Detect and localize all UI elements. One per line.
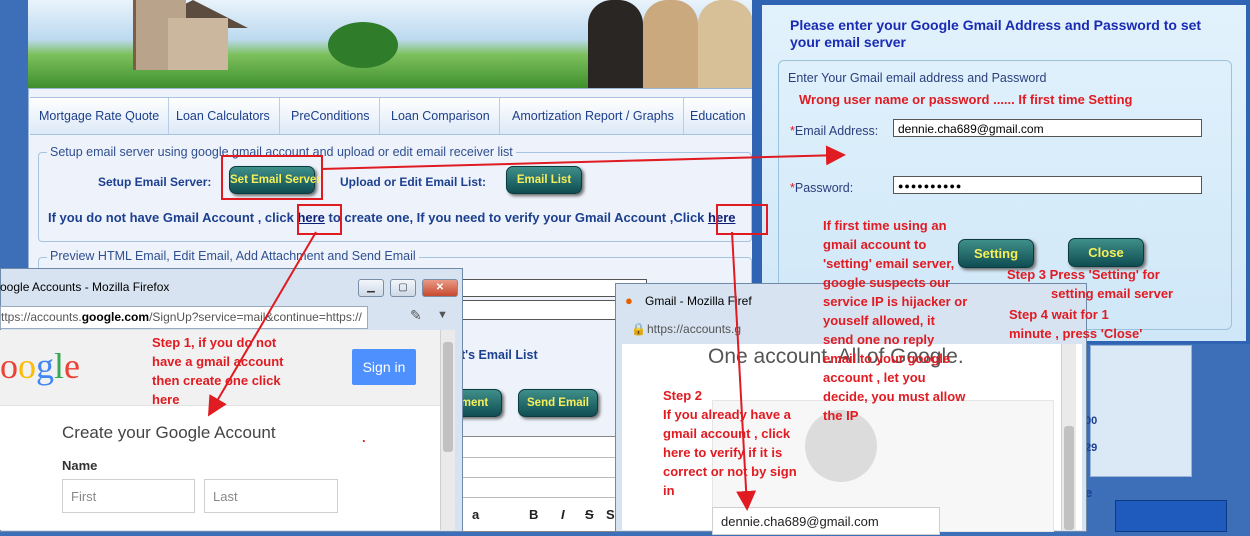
annotation-line: gmail account to <box>823 237 927 252</box>
annotation-line: account , let you <box>823 370 926 385</box>
annotation-line: service IP is hijacker or <box>823 294 968 309</box>
annotation-line: minute , press 'Close' <box>1009 326 1143 341</box>
annotation-line: 'setting' email server, <box>823 256 955 271</box>
annotation-line: send one no reply <box>823 332 935 347</box>
annotation-step3: Step 3 Press 'Setting' for setting email… <box>1007 265 1173 303</box>
arrow-to-dialog <box>320 145 846 170</box>
annotation-line: If first time using an <box>823 218 947 233</box>
annotation-line: have a gmail account <box>152 354 284 369</box>
annotation-line: here to verify if it is <box>663 445 783 460</box>
annotation-step4: Step 4 wait for 1 minute , press 'Close' <box>1009 305 1142 343</box>
annotation-line: gmail account , click <box>663 426 791 441</box>
annotation-line: here <box>152 392 180 407</box>
annotation-step2: Step 2 If you already have a gmail accou… <box>663 386 797 500</box>
annotation-line: Step 4 wait for 1 <box>1009 307 1109 322</box>
annotation-line: setting email server <box>1051 286 1174 301</box>
annotation-line: google suspects our <box>823 275 951 290</box>
annotation-step1: Step 1, if you do not have a gmail accou… <box>152 333 284 409</box>
annotation-line: email to your google <box>823 351 951 366</box>
annotation-line: decide, you must allow <box>823 389 966 404</box>
annotation-line: Step 2 <box>663 388 703 403</box>
annotation-line: the IP <box>823 408 859 423</box>
annotation-note: If first time using an gmail account to … <box>823 216 967 425</box>
annotation-line: in <box>663 483 675 498</box>
annotation-dot: . <box>362 430 366 445</box>
annotation-line: Step 1, if you do not <box>152 335 277 350</box>
annotation-line: youself allowed, it <box>823 313 935 328</box>
annotation-line: correct or not by sign <box>663 464 797 479</box>
annotation-line: then create one click <box>152 373 281 388</box>
annotation-line: If you already have a <box>663 407 791 422</box>
annotation-line: Step 3 Press 'Setting' for <box>1007 267 1160 282</box>
